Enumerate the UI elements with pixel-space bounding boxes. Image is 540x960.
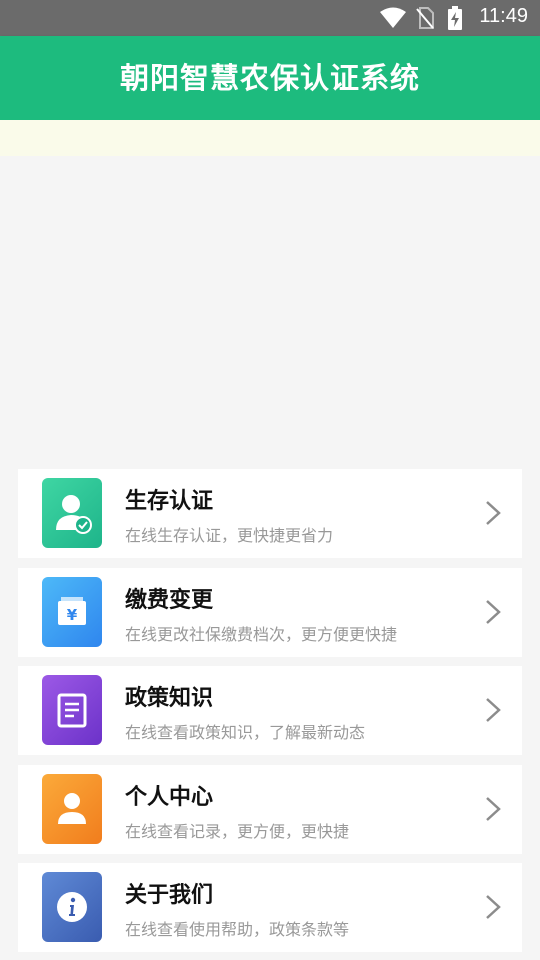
menu-item-survival-certification[interactable]: 生存认证 在线生存认证，更快捷更省力 <box>18 469 522 558</box>
info-icon <box>42 872 102 942</box>
menu-item-desc: 在线查看使用帮助，政策条款等 <box>125 920 350 939</box>
menu-item-personal-center[interactable]: 个人中心 在线查看记录，更方便，更快捷 <box>18 764 522 854</box>
menu-item-title: 缴费变更 <box>125 587 214 613</box>
person-check-icon <box>42 478 102 548</box>
yuan-wallet-icon: ¥ <box>42 576 102 647</box>
menu-item-desc: 在线查看政策知识，了解最新动态 <box>125 723 366 742</box>
menu-item-policy-knowledge[interactable]: 政策知识 在线查看政策知识，了解最新动态 <box>18 666 522 755</box>
menu-item-title: 个人中心 <box>125 784 214 810</box>
menu-item-desc: 在线更改社保缴费档次，更方便更快捷 <box>125 624 398 644</box>
chevron-right-icon <box>486 599 501 624</box>
menu-item-desc: 在线查看记录，更方便，更快捷 <box>125 821 350 841</box>
menu-item-title: 生存认证 <box>125 489 214 514</box>
wifi-icon <box>380 7 406 28</box>
chevron-right-icon <box>486 895 501 919</box>
app-bar: 朝阳智慧农保认证系统 <box>0 36 540 120</box>
page-title: 朝阳智慧农保认证系统 <box>119 61 420 95</box>
menu-item-about-us[interactable]: 关于我们 在线查看使用帮助，政策条款等 <box>18 863 522 952</box>
svg-text:¥: ¥ <box>67 606 78 624</box>
menu-item-desc: 在线生存认证，更快捷更省力 <box>125 526 334 545</box>
banner-area <box>0 156 540 456</box>
person-icon <box>42 773 102 844</box>
no-sim-icon <box>416 7 434 29</box>
document-icon <box>42 675 102 745</box>
battery-charging-icon <box>448 6 462 30</box>
status-bar: 11:49 <box>0 0 540 36</box>
clock: 11:49 <box>479 5 528 27</box>
menu-item-payment-change[interactable]: ¥ 缴费变更 在线更改社保缴费档次，更方便更快捷 <box>18 567 522 657</box>
chevron-right-icon <box>486 501 501 525</box>
menu-item-title: 关于我们 <box>125 883 214 908</box>
notice-strip <box>0 120 540 156</box>
menu-list: 生存认证 在线生存认证，更快捷更省力 ¥ 缴费变更 在线更改社保缴费档次，更方便… <box>18 469 522 960</box>
chevron-right-icon <box>486 698 501 722</box>
menu-item-title: 政策知识 <box>125 686 214 711</box>
chevron-right-icon <box>486 796 501 821</box>
